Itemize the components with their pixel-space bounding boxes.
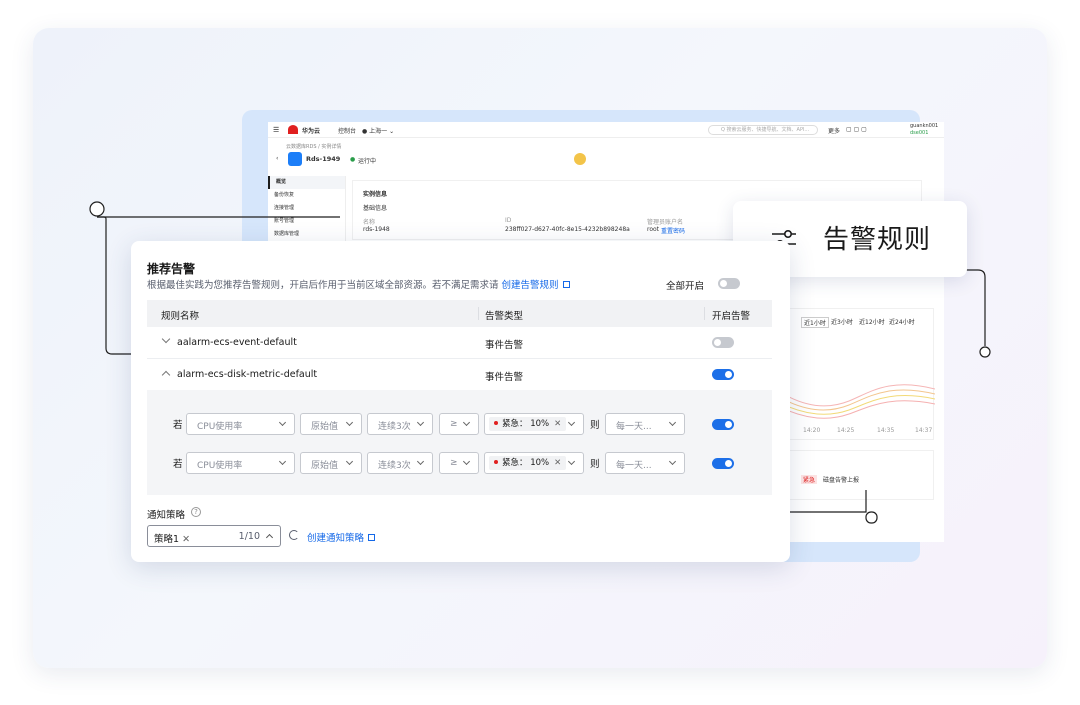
rule-enable-toggle[interactable] (712, 369, 734, 380)
condition-row: 若 CPU使用率 原始值 连续3次 ≥ 紧急： 10% ✕ 则 每一天... (147, 452, 772, 474)
chevron-up-icon[interactable] (161, 370, 171, 380)
operator-select[interactable]: ≥ (439, 413, 479, 435)
threshold-select[interactable]: 紧急： 10% ✕ (484, 413, 584, 435)
close-icon[interactable]: ✕ (554, 419, 561, 429)
rule-enable-toggle[interactable] (712, 337, 734, 348)
action-select[interactable]: 每一天... (605, 413, 685, 435)
rule-name: alarm-ecs-disk-metric-default (177, 369, 318, 380)
close-icon[interactable]: ✕ (554, 458, 561, 468)
urgent-dot-icon (494, 421, 498, 425)
chevron-down-icon[interactable] (161, 334, 171, 344)
statistic-select[interactable]: 原始值 (300, 413, 362, 435)
enable-all-toggle[interactable] (718, 278, 740, 289)
notify-policy-label: 通知策略 (147, 510, 186, 521)
external-link-icon (368, 534, 376, 541)
period-select[interactable]: 连续3次 (367, 413, 433, 435)
rule-type: 事件告警 (485, 340, 524, 351)
metric-select[interactable]: CPU使用率 (186, 452, 295, 474)
panel-title: 推荐告警 (147, 262, 196, 276)
col-enable-alarm: 开启告警 (712, 311, 751, 322)
enable-all-label: 全部开启 (666, 281, 705, 292)
if-label: 若 (173, 420, 183, 431)
threshold-chip: 紧急： 10% ✕ (489, 456, 567, 470)
condition-area: 若 CPU使用率 原始值 连续3次 ≥ 紧急： 10% ✕ 则 每一天... 若 … (147, 390, 772, 495)
create-notify-policy-link[interactable]: 创建通知策略 (307, 530, 376, 544)
notify-policy-select[interactable]: 策略1 ✕ 1/10 (147, 525, 281, 547)
condition-enable-toggle[interactable] (712, 419, 734, 430)
urgent-dot-icon (494, 460, 498, 464)
then-label: 则 (590, 459, 600, 470)
rule-type: 事件告警 (485, 372, 524, 383)
period-select[interactable]: 连续3次 (367, 452, 433, 474)
condition-enable-toggle[interactable] (712, 458, 734, 469)
metric-select[interactable]: CPU使用率 (186, 413, 295, 435)
action-select[interactable]: 每一天... (605, 452, 685, 474)
statistic-select[interactable]: 原始值 (300, 452, 362, 474)
condition-row: 若 CPU使用率 原始值 连续3次 ≥ 紧急： 10% ✕ 则 每一天... (147, 413, 772, 435)
description-text: 根据最佳实践为您推荐告警规则，开启后作用于当前区域全部资源。若不满足需求请 (147, 280, 499, 291)
rules-table-header: 规则名称 告警类型 开启告警 (147, 300, 772, 327)
if-label: 若 (173, 459, 183, 470)
close-icon[interactable]: ✕ (182, 534, 190, 545)
rule-name: aalarm-ecs-event-default (177, 337, 297, 348)
table-row[interactable]: alarm-ecs-disk-metric-default 事件告警 (147, 359, 772, 391)
external-link-icon (562, 281, 570, 288)
chevron-up-icon (265, 533, 274, 542)
threshold-select[interactable]: 紧急： 10% ✕ (484, 452, 584, 474)
help-icon[interactable]: ? (191, 507, 201, 517)
col-rule-name: 规则名称 (161, 311, 200, 322)
panel-description: 根据最佳实践为您推荐告警规则，开启后作用于当前区域全部资源。若不满足需求请 创建… (147, 277, 570, 291)
operator-select[interactable]: ≥ (439, 452, 479, 474)
policy-count: 1/10 (238, 531, 260, 542)
then-label: 则 (590, 420, 600, 431)
col-alarm-type: 告警类型 (485, 311, 524, 322)
callout-label: 告警规则 (823, 225, 932, 255)
threshold-chip: 紧急： 10% ✕ (489, 417, 567, 431)
create-alarm-rule-link[interactable]: 创建告警规则 (502, 280, 570, 291)
refresh-icon[interactable] (289, 530, 299, 540)
table-row[interactable]: aalarm-ecs-event-default 事件告警 (147, 327, 772, 359)
recommended-alarm-panel: 推荐告警 根据最佳实践为您推荐告警规则，开启后作用于当前区域全部资源。若不满足需… (131, 241, 790, 562)
policy-tag: 策略1 ✕ (154, 534, 191, 545)
